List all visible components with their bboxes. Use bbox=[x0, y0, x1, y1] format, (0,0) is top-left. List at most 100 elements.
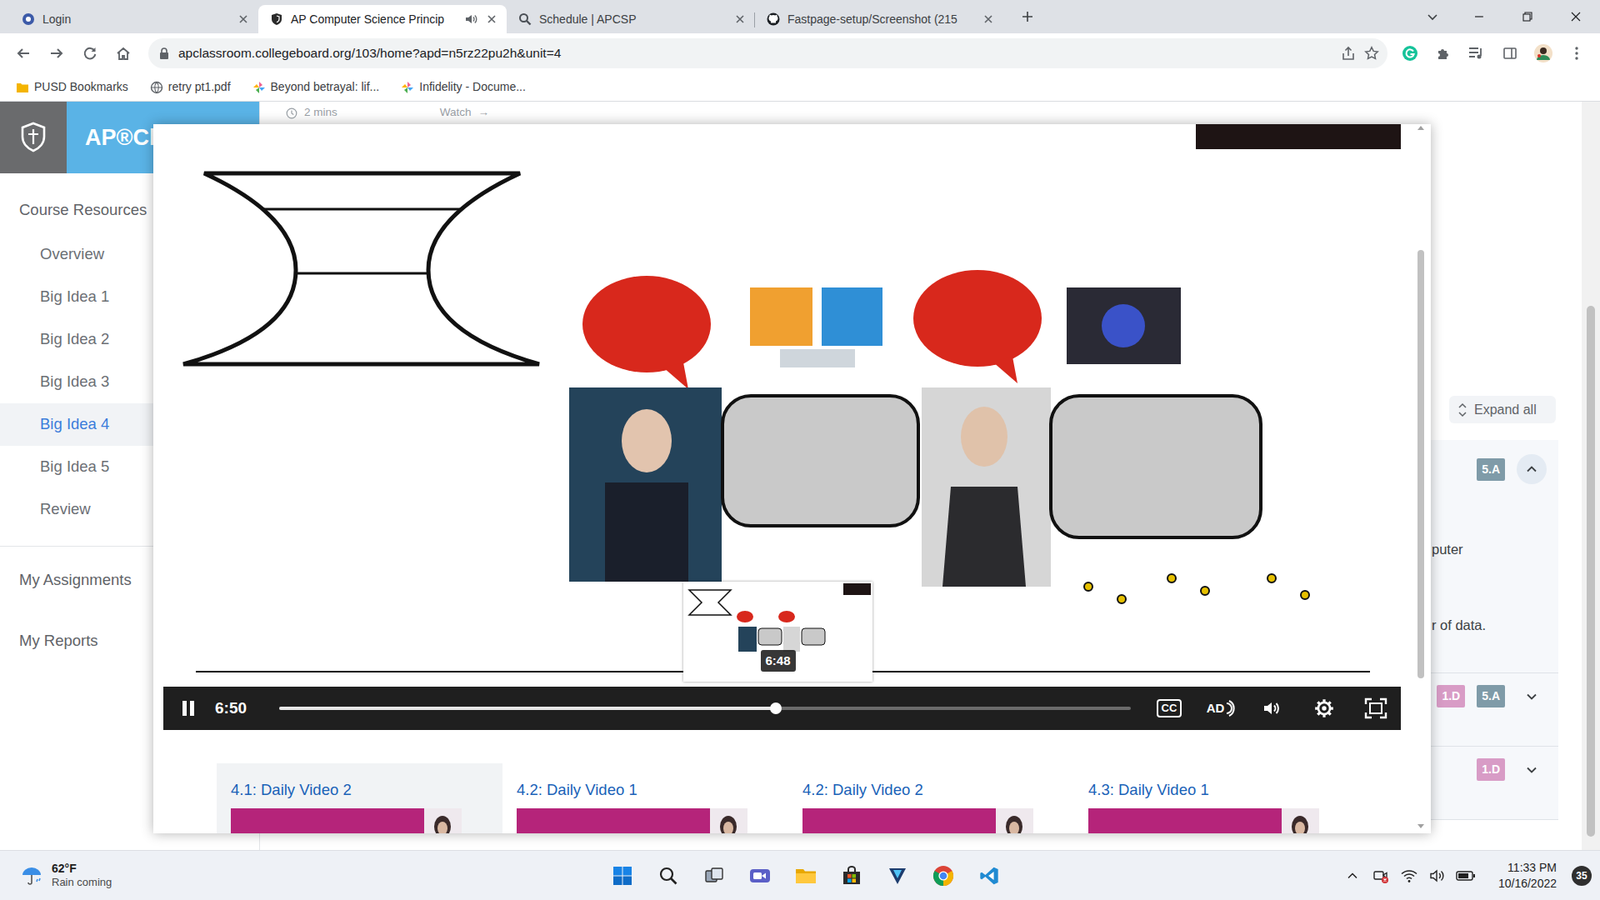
clip-duration: 2 mins bbox=[304, 104, 338, 121]
notification-count[interactable]: 35 bbox=[1571, 865, 1592, 886]
meet-camera-icon[interactable] bbox=[737, 855, 784, 896]
doc-icon bbox=[252, 80, 266, 95]
playlist-item[interactable]: 4.2: Daily Video 2 bbox=[788, 763, 1075, 834]
watch-link[interactable]: Watch → bbox=[440, 104, 490, 121]
playlist-title[interactable]: 4.1: Daily Video 2 bbox=[230, 780, 489, 800]
playlist-title[interactable]: 4.3: Daily Video 1 bbox=[1088, 780, 1346, 800]
start-windows-icon[interactable] bbox=[600, 855, 646, 896]
address-bar[interactable]: apclassroom.collegeboard.org/103/home?ap… bbox=[148, 38, 1388, 69]
chevron-down-icon[interactable] bbox=[1516, 681, 1547, 712]
tab-title[interactable]: Login bbox=[42, 10, 230, 29]
video-thumbnail[interactable] bbox=[802, 808, 1034, 834]
speaker-icon[interactable] bbox=[464, 12, 478, 26]
audio-description-button[interactable]: AD bbox=[1201, 693, 1240, 724]
watch-arrow[interactable]: → bbox=[478, 104, 490, 121]
captions-label[interactable]: CC bbox=[1156, 699, 1183, 718]
new-tab-icon[interactable] bbox=[1015, 5, 1040, 29]
file-explorer-icon[interactable] bbox=[783, 855, 830, 896]
scroll-down-icon[interactable] bbox=[1416, 823, 1425, 830]
volume-icon[interactable] bbox=[1425, 859, 1450, 893]
audio-description[interactable]: AD bbox=[1206, 699, 1236, 719]
settings-gear-icon[interactable] bbox=[1305, 693, 1344, 724]
playlist-title[interactable]: 4.2: Daily Video 2 bbox=[802, 780, 1060, 800]
close-tab-icon[interactable] bbox=[733, 12, 747, 26]
camera-off-icon[interactable] bbox=[1368, 859, 1394, 893]
fullscreen-icon[interactable] bbox=[1356, 693, 1395, 724]
tab-search-icon[interactable] bbox=[1415, 0, 1450, 34]
extensions-icon[interactable] bbox=[1426, 38, 1460, 69]
media-control-icon[interactable] bbox=[1460, 38, 1494, 69]
watch-label[interactable]: Watch bbox=[440, 104, 472, 121]
browser-tab[interactable]: AP Computer Science Princip bbox=[258, 5, 507, 34]
restore-icon[interactable] bbox=[1503, 0, 1552, 34]
playlist-item[interactable]: 4.1: Daily Video 2 bbox=[216, 763, 503, 834]
vscode-icon[interactable] bbox=[966, 855, 1013, 896]
page-scrollbar[interactable] bbox=[1581, 101, 1600, 850]
clock-time[interactable]: 11:33 PM bbox=[1507, 860, 1557, 876]
close-tab-icon[interactable] bbox=[485, 12, 499, 26]
clock-date[interactable]: 10/16/2022 bbox=[1498, 875, 1557, 892]
search-icon[interactable] bbox=[645, 855, 692, 896]
vpn-icon[interactable] bbox=[875, 855, 921, 896]
back-icon[interactable] bbox=[6, 38, 40, 69]
bookmark-label[interactable]: PUSD Bookmarks bbox=[34, 78, 129, 96]
playlist-item[interactable]: 4.2: Daily Video 1 bbox=[502, 763, 789, 834]
video-thumbnail[interactable] bbox=[230, 808, 462, 834]
logo[interactable] bbox=[0, 101, 67, 174]
home-icon[interactable] bbox=[106, 38, 140, 69]
close-tab-icon[interactable] bbox=[981, 12, 995, 26]
store-icon[interactable] bbox=[829, 855, 875, 896]
scrollbar-thumb[interactable] bbox=[1586, 305, 1595, 837]
tab-title[interactable]: Schedule | APCSP bbox=[539, 10, 726, 29]
progress-track[interactable] bbox=[279, 706, 1131, 710]
address-text[interactable]: apclassroom.collegeboard.org/103/home?ap… bbox=[178, 43, 1333, 63]
bookmark[interactable]: Infidelity - Docume... bbox=[400, 78, 526, 96]
wifi-icon[interactable] bbox=[1396, 859, 1422, 893]
chevron-down-icon[interactable] bbox=[1516, 755, 1547, 785]
minimize-icon[interactable] bbox=[1455, 0, 1504, 34]
profile-avatar-icon[interactable] bbox=[1526, 38, 1560, 69]
show-hidden-icon[interactable] bbox=[1340, 859, 1365, 893]
tab-title[interactable]: AP Computer Science Princip bbox=[290, 10, 457, 29]
progress-handle[interactable] bbox=[770, 702, 782, 715]
modal-scrollbar[interactable] bbox=[1413, 124, 1429, 834]
bookmark-label[interactable]: Beyond betrayal: lif... bbox=[270, 78, 380, 96]
video-thumbnail[interactable] bbox=[516, 808, 748, 834]
bookmark-label[interactable]: retry pt1.pdf bbox=[168, 78, 231, 96]
bookmark[interactable]: retry pt1.pdf bbox=[150, 78, 231, 96]
captions-button[interactable]: CC bbox=[1150, 693, 1189, 724]
scroll-up-icon[interactable] bbox=[1416, 124, 1425, 131]
expand-all-label[interactable]: Expand all bbox=[1474, 400, 1537, 420]
bookmark[interactable]: Beyond betrayal: lif... bbox=[252, 78, 380, 96]
video-thumbnail[interactable] bbox=[1088, 808, 1320, 834]
bookmark[interactable]: PUSD Bookmarks bbox=[15, 78, 129, 96]
modal-scroll-thumb[interactable] bbox=[1417, 250, 1425, 679]
side-panel-icon[interactable] bbox=[1493, 38, 1527, 69]
volume-icon[interactable] bbox=[1253, 693, 1292, 724]
reload-icon[interactable] bbox=[73, 38, 107, 69]
bookmark-star-icon[interactable] bbox=[1364, 45, 1380, 61]
browser-tab[interactable]: Schedule | APCSP bbox=[506, 5, 755, 34]
battery-icon[interactable] bbox=[1453, 859, 1479, 893]
chrome-icon[interactable] bbox=[920, 855, 967, 896]
playlist-item[interactable]: 4.3: Daily Video 1 bbox=[1074, 763, 1360, 834]
weather-widget[interactable]: 62°FRain coming bbox=[0, 861, 600, 890]
audio-description-label[interactable]: AD bbox=[1206, 699, 1225, 719]
share-icon[interactable] bbox=[1340, 45, 1356, 61]
bookmark-label[interactable]: Infidelity - Docume... bbox=[419, 78, 526, 96]
browser-tab[interactable]: Login bbox=[10, 5, 259, 34]
tab-title[interactable]: Fastpage-setup/Screenshot (215 bbox=[787, 10, 975, 29]
pause-icon[interactable] bbox=[175, 695, 202, 722]
lock-icon[interactable] bbox=[158, 46, 170, 60]
close-tab-icon[interactable] bbox=[236, 12, 250, 26]
browser-tab[interactable]: Fastpage-setup/Screenshot (215 bbox=[755, 5, 1004, 34]
chevron-up-icon[interactable] bbox=[1516, 454, 1547, 485]
close-window-icon[interactable] bbox=[1551, 0, 1600, 34]
menu-icon[interactable] bbox=[1560, 38, 1594, 69]
expand-all-button[interactable]: Expand all bbox=[1449, 395, 1556, 424]
task-view-icon[interactable] bbox=[691, 855, 738, 896]
grammarly-icon[interactable] bbox=[1393, 38, 1427, 69]
forward-icon[interactable] bbox=[40, 38, 74, 69]
clock[interactable]: 11:33 PM10/16/2022 bbox=[1498, 860, 1557, 892]
playlist-title[interactable]: 4.2: Daily Video 1 bbox=[516, 780, 775, 800]
